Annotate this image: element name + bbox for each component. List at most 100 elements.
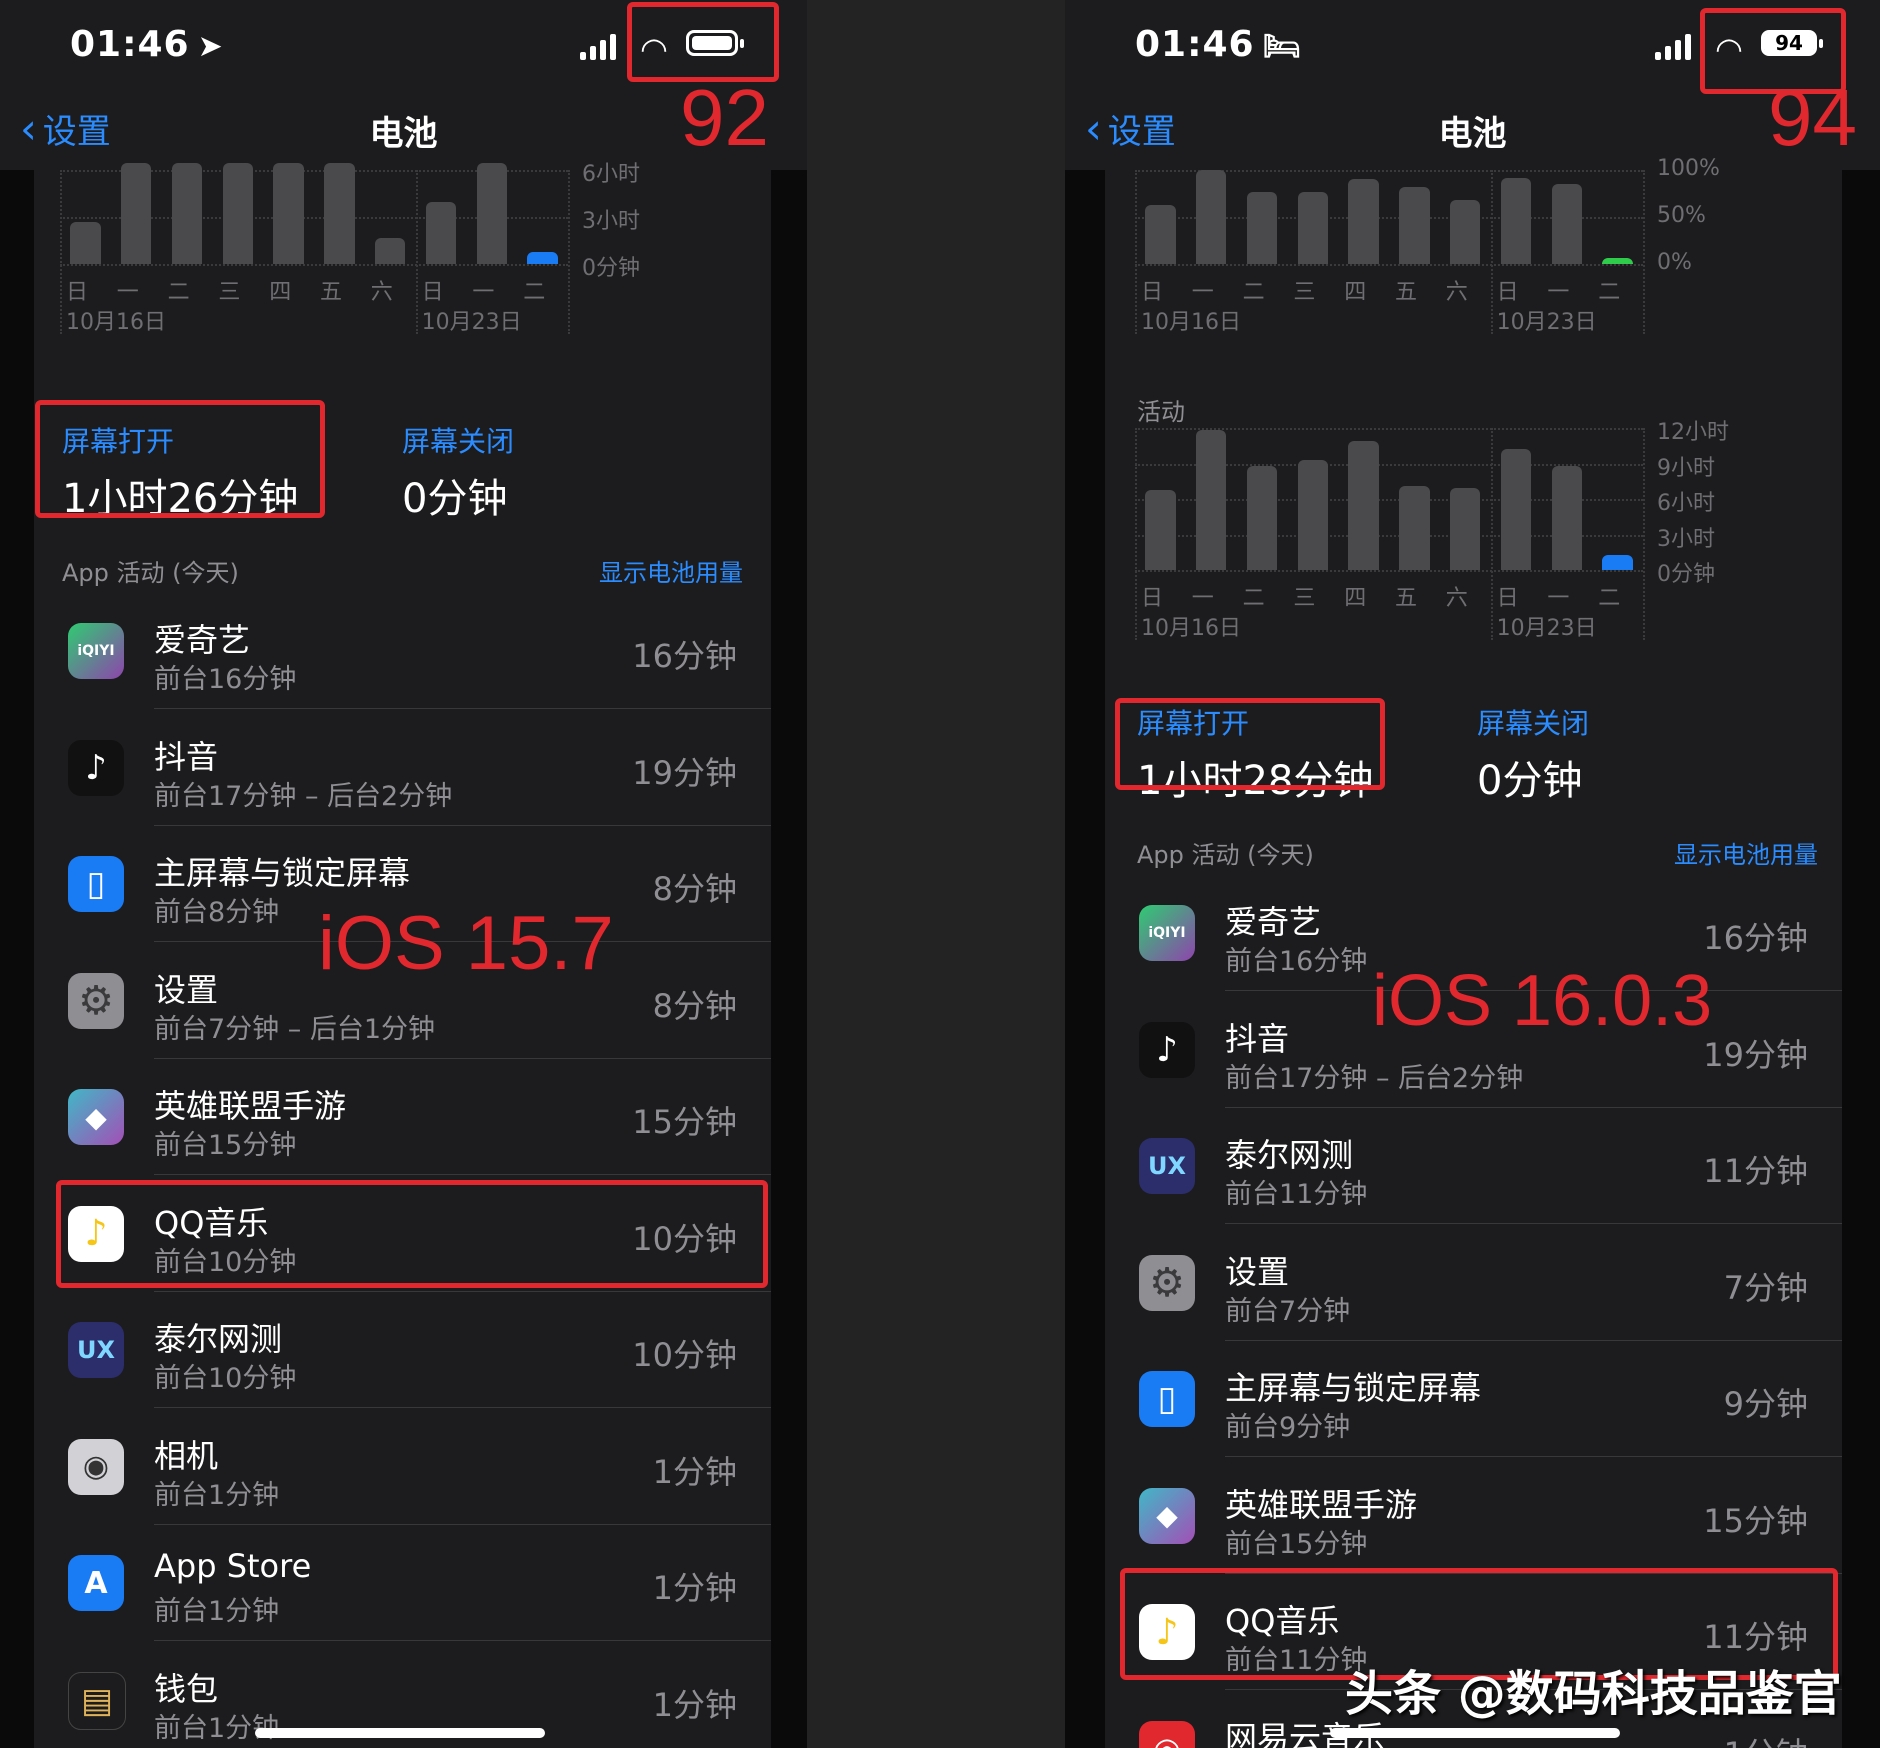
x-tick-label: 五	[1395, 280, 1418, 305]
screen-off-value: 0分钟	[402, 476, 508, 522]
week-separator	[1490, 428, 1493, 640]
qq-music-highlight-box	[56, 1180, 768, 1288]
x-tick-label: 四	[269, 280, 292, 305]
week-separator	[60, 170, 62, 334]
y-tick-label: 9小时	[1657, 455, 1715, 481]
bar-4[interactable]	[1348, 179, 1379, 264]
app-usage-time: 8分钟	[652, 870, 737, 908]
iqiyi-icon: iQIYI	[68, 623, 124, 679]
x-tick-label: 一	[1191, 586, 1214, 611]
bar-9[interactable]	[527, 252, 558, 264]
bar-1[interactable]	[1195, 170, 1227, 264]
app-usage-time: 8分钟	[652, 986, 737, 1025]
app-row[interactable]: ▯ 主屏幕与锁定屏幕 前台9分钟 9分钟	[1105, 1341, 1842, 1457]
show-battery-usage-link[interactable]: 显示电池用量	[1674, 835, 1818, 870]
bar-4[interactable]	[1348, 441, 1379, 570]
screen-time-chart: 6小时 3小时 0分钟日一二三四五六日一二 10月16日 10月23日	[60, 162, 760, 390]
bar-5[interactable]	[1399, 186, 1430, 264]
bar-3[interactable]	[222, 162, 254, 264]
bar-9[interactable]	[1602, 258, 1633, 264]
bar-1[interactable]	[1195, 430, 1227, 570]
screen-off-label: 屏幕关闭	[1477, 707, 1590, 740]
bar-6[interactable]	[374, 237, 406, 264]
app-row[interactable]: ◆ 英雄联盟手游 前台15分钟 15分钟	[1105, 1458, 1842, 1574]
home-lock-screen-icon: ▯	[1139, 1371, 1195, 1427]
x-tick-label: 日	[1141, 280, 1164, 305]
bar-7[interactable]	[1500, 449, 1532, 570]
app-row[interactable]: ◉ 相机前台1分钟 1分钟	[34, 1409, 771, 1525]
app-usage-detail: 前台1分钟	[154, 1479, 280, 1511]
ios-version-annotation: iOS 16.0.3	[1372, 961, 1713, 1041]
app-usage-time: 9分钟	[1723, 1385, 1808, 1423]
app-usage-time: 1分钟	[652, 1452, 737, 1491]
app-row[interactable]: ◆ 英雄联盟手游 前台15分钟 15分钟	[34, 1059, 771, 1175]
app-row[interactable]: iQIYI 爱奇艺 前台16分钟 16分钟	[34, 593, 771, 709]
cellular-signal-icon	[1655, 34, 1691, 60]
bar-7[interactable]	[425, 201, 457, 264]
app-usage-detail: 前台1分钟	[154, 1596, 280, 1627]
bar-5[interactable]	[1399, 485, 1430, 570]
app-usage-time: 1分钟	[1724, 1729, 1808, 1748]
bar-6[interactable]	[1449, 488, 1481, 570]
date-label: 10月23日	[1496, 310, 1597, 335]
camera-icon: ◉	[68, 1438, 124, 1495]
bar-8[interactable]	[1551, 465, 1583, 570]
y-tick-label: 6小时	[582, 162, 640, 187]
x-tick-label: 二	[1598, 280, 1621, 305]
x-tick-label: 二	[1598, 586, 1621, 611]
x-tick-label: 日	[1141, 586, 1164, 611]
bar-7[interactable]	[1500, 178, 1532, 264]
chart-edge	[1643, 428, 1645, 640]
battery-annotation-number: 92	[680, 73, 769, 162]
cellular-signal-icon	[580, 34, 616, 60]
y-tick-label: 100%	[1657, 156, 1720, 181]
app-usage-time: 1分钟	[652, 1569, 737, 1607]
douyin-icon: ♪	[68, 739, 124, 796]
x-tick-label: 日	[421, 280, 444, 305]
bar-0[interactable]	[70, 222, 101, 264]
date-label: 10月16日	[1141, 616, 1241, 641]
app-name: 泰尔网测	[154, 1320, 283, 1358]
y-tick-label: 0分钟	[582, 256, 640, 281]
week-separator	[1135, 170, 1137, 334]
app-row[interactable]: UX 泰尔网测 前台11分钟 11分钟	[1105, 1108, 1842, 1224]
x-tick-label: 日	[66, 280, 89, 305]
screen-off-value: 0分钟	[1477, 758, 1583, 804]
screen-off-summary: 屏幕关闭 0分钟	[1477, 702, 1589, 806]
bar-0[interactable]	[1145, 489, 1176, 570]
bar-9[interactable]	[1602, 554, 1633, 570]
app-name: 英雄联盟手游	[1225, 1485, 1418, 1524]
grid-line	[1135, 264, 1643, 266]
sleep-bed-icon: 🛏	[1262, 29, 1302, 64]
x-tick-label: 二	[523, 280, 546, 305]
app-row[interactable]: A App Store 前台1分钟 1分钟	[34, 1525, 771, 1641]
bar-0[interactable]	[1145, 204, 1176, 264]
status-time: 01:46 🛏	[1135, 24, 1302, 65]
app-name: 相机	[154, 1436, 219, 1475]
bar-3[interactable]	[1297, 459, 1329, 570]
bar-2[interactable]	[171, 162, 203, 264]
y-tick-label: 0分钟	[1657, 562, 1715, 587]
douyin-icon: ♪	[1139, 1021, 1195, 1078]
bar-2[interactable]	[1246, 191, 1278, 264]
show-battery-usage-link[interactable]: 显示电池用量	[599, 553, 743, 588]
bar-8[interactable]	[1551, 184, 1583, 264]
bar-3[interactable]	[1297, 191, 1329, 264]
bar-8[interactable]	[476, 162, 508, 264]
bar-5[interactable]	[324, 162, 355, 264]
date-label: 10月23日	[1496, 616, 1597, 641]
x-tick-label: 六	[1445, 586, 1468, 611]
app-row[interactable]: ♪ 抖音 前台17分钟 – 后台2分钟 19分钟	[34, 710, 771, 826]
bar-6[interactable]	[1449, 200, 1481, 264]
app-usage-time: 7分钟	[1723, 1268, 1808, 1307]
app-row[interactable]: UX 泰尔网测 前台10分钟 10分钟	[34, 1292, 771, 1408]
app-row[interactable]: ⚙ 设置 前台7分钟 7分钟	[1105, 1225, 1842, 1341]
left-screenshot-panel: 01:46 ➤ ◠ ‹ 设置 电池 6小时 3小时 0分钟日一二三四五六日一二 10月16…	[0, 0, 807, 1748]
app-usage-time: 19分钟	[632, 753, 737, 792]
bar-1[interactable]	[120, 162, 152, 264]
bar-4[interactable]	[273, 162, 304, 264]
bar-2[interactable]	[1246, 465, 1278, 570]
x-tick-label: 二	[1242, 586, 1265, 611]
x-tick-label: 四	[1344, 586, 1367, 611]
battery-annotation-number: 94	[1768, 73, 1857, 162]
